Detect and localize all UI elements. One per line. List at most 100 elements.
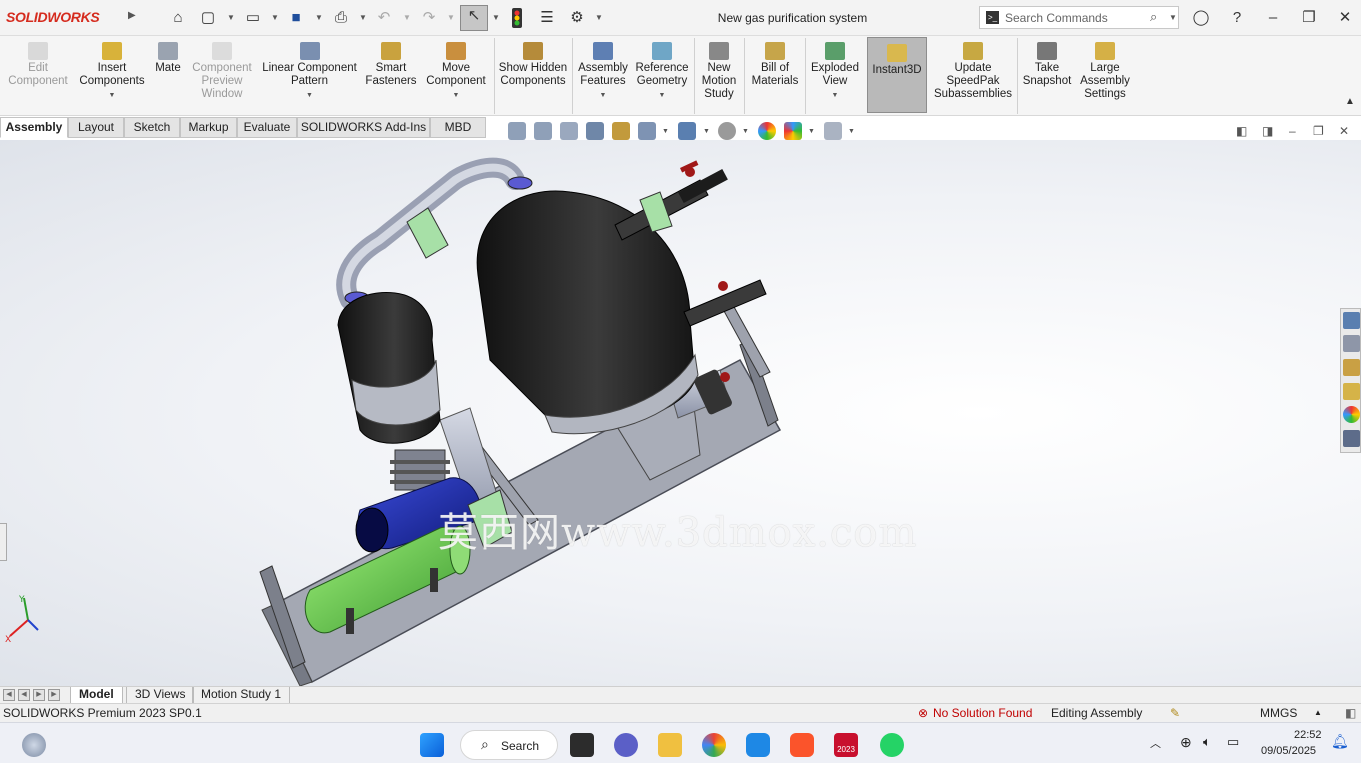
prev-tab-icon[interactable]: ◀ bbox=[18, 689, 30, 701]
new-dropdown-icon[interactable]: ▼ bbox=[227, 13, 235, 22]
view-settings-monitor-icon[interactable] bbox=[824, 122, 842, 140]
teams-meet-icon[interactable] bbox=[614, 733, 638, 757]
zoom-to-area-icon[interactable] bbox=[534, 122, 552, 140]
tab-mbd[interactable]: MBD bbox=[430, 117, 486, 138]
user-account-icon[interactable]: ◯ bbox=[1190, 7, 1212, 29]
chrome-icon[interactable] bbox=[702, 733, 726, 757]
save-dropdown-icon[interactable]: ▼ bbox=[315, 13, 323, 22]
rebuild-status-icon[interactable]: ✎ bbox=[1170, 704, 1180, 722]
solidworks-2023-taskbar-icon[interactable]: 2023 bbox=[834, 733, 858, 757]
brave-browser-icon[interactable] bbox=[790, 733, 814, 757]
menu-expand-arrow-icon[interactable]: ▶ bbox=[128, 10, 136, 21]
exploded-view-button[interactable]: Exploded View ▼ bbox=[807, 36, 863, 116]
open-dropdown-icon[interactable]: ▼ bbox=[271, 13, 279, 22]
redo-dropdown-icon[interactable]: ▼ bbox=[447, 13, 455, 22]
zoom-to-fit-icon[interactable] bbox=[508, 122, 526, 140]
chevron-down-icon[interactable]: ▼ bbox=[76, 89, 148, 102]
feature-manager-expand-handle[interactable] bbox=[0, 523, 7, 561]
instant3d-button[interactable]: Instant3D bbox=[867, 37, 927, 113]
weather-widget-icon[interactable] bbox=[22, 733, 46, 757]
chevron-down-icon[interactable]: ▼ bbox=[575, 89, 631, 102]
home-icon[interactable]: ⌂ bbox=[168, 8, 188, 28]
windows-start-icon[interactable] bbox=[420, 733, 444, 757]
taskbar-search-box[interactable]: ⌕ Search bbox=[460, 730, 558, 760]
last-tab-icon[interactable]: ▶ bbox=[48, 689, 60, 701]
view-orientation-icon[interactable] bbox=[638, 122, 656, 140]
view-palette-icon[interactable] bbox=[1343, 383, 1360, 400]
restore-icon[interactable]: ❐ bbox=[1298, 7, 1320, 29]
display-style-icon[interactable] bbox=[678, 122, 696, 140]
insert-components-button[interactable]: Insert Components ▼ bbox=[76, 36, 148, 116]
tab-sketch[interactable]: Sketch bbox=[124, 117, 180, 138]
unit-system[interactable]: MMGS bbox=[1260, 704, 1297, 722]
display-style-dropdown-icon[interactable]: ▼ bbox=[703, 128, 710, 135]
solidworks-resources-home-icon[interactable] bbox=[1343, 312, 1360, 329]
whatsapp-icon[interactable] bbox=[880, 733, 904, 757]
next-tab-icon[interactable]: ▶ bbox=[33, 689, 45, 701]
file-explorer-icon[interactable] bbox=[1343, 359, 1360, 376]
tab-model[interactable]: Model bbox=[70, 687, 123, 703]
options-dropdown-icon[interactable]: ▼ bbox=[595, 13, 603, 22]
select-pointer-icon[interactable]: ↖ bbox=[460, 5, 488, 31]
gas-purification-assembly-model[interactable] bbox=[0, 140, 1361, 686]
search-icon[interactable]: ⌕ bbox=[1150, 9, 1157, 25]
tile-left-icon[interactable]: ◧ bbox=[1236, 124, 1247, 138]
open-folder-icon[interactable]: ▭ bbox=[243, 8, 263, 28]
tile-right-icon[interactable]: ◨ bbox=[1262, 124, 1273, 138]
show-hidden-components-button[interactable]: Show Hidden Components bbox=[497, 36, 569, 116]
doc-minimize-icon[interactable]: – bbox=[1289, 124, 1296, 138]
component-preview-window-button[interactable]: Component Preview Window bbox=[188, 36, 256, 116]
graphics-viewport[interactable]: 莫西网www.3dmox.com Y X bbox=[0, 140, 1361, 686]
take-snapshot-button[interactable]: Take Snapshot bbox=[1019, 36, 1075, 116]
clock-date[interactable]: 09/05/2025 bbox=[1261, 745, 1316, 757]
first-tab-icon[interactable]: ◀ bbox=[3, 689, 15, 701]
chevron-down-icon[interactable]: ▼ bbox=[633, 89, 691, 102]
minimize-icon[interactable]: – bbox=[1262, 7, 1284, 29]
dynamic-annotation-icon[interactable] bbox=[612, 122, 630, 140]
clock-time[interactable]: 22:52 bbox=[1294, 729, 1322, 741]
new-document-icon[interactable]: ▢ bbox=[198, 8, 218, 28]
edit-appearance-icon[interactable] bbox=[758, 122, 776, 140]
appearances-icon[interactable] bbox=[1343, 406, 1360, 423]
tab-3d-views[interactable]: 3D Views bbox=[126, 687, 195, 703]
linear-component-pattern-button[interactable]: Linear Component Pattern ▼ bbox=[258, 36, 361, 116]
reference-geometry-button[interactable]: Reference Geometry ▼ bbox=[633, 36, 691, 116]
help-icon[interactable]: ? bbox=[1226, 7, 1248, 29]
tab-layout[interactable]: Layout bbox=[68, 117, 124, 138]
hide-show-dropdown-icon[interactable]: ▼ bbox=[742, 128, 749, 135]
show-hidden-tray-icon[interactable]: ︿ bbox=[1150, 735, 1161, 751]
move-component-button[interactable]: Move Component ▼ bbox=[421, 36, 491, 116]
apply-scene-dropdown-icon[interactable]: ▼ bbox=[808, 128, 815, 135]
view-orientation-dropdown-icon[interactable]: ▼ bbox=[662, 128, 669, 135]
options-gear-icon[interactable]: ⚙ bbox=[567, 8, 587, 28]
bill-of-materials-button[interactable]: Bill of Materials bbox=[747, 36, 803, 116]
print-icon[interactable]: ⎙ bbox=[331, 8, 351, 28]
notification-bell-icon[interactable]: 🔔︎ bbox=[1331, 733, 1349, 750]
battery-icon[interactable]: ▭ bbox=[1227, 734, 1239, 750]
tab-assembly[interactable]: Assembly bbox=[0, 117, 68, 138]
solution-status[interactable]: No Solution Found bbox=[933, 704, 1032, 722]
tab-evaluate[interactable]: Evaluate bbox=[237, 117, 297, 138]
update-speedpak-button[interactable]: Update SpeedPak Subassemblies bbox=[930, 36, 1016, 116]
hide-show-items-icon[interactable] bbox=[718, 122, 736, 140]
doc-close-icon[interactable]: ✕ bbox=[1339, 124, 1349, 138]
undo-dropdown-icon[interactable]: ▼ bbox=[403, 13, 411, 22]
edit-component-button[interactable]: Edit Component bbox=[4, 36, 72, 116]
tab-markup[interactable]: Markup bbox=[180, 117, 237, 138]
file-explorer-taskbar-icon[interactable] bbox=[658, 733, 682, 757]
chevron-down-icon[interactable]: ▼ bbox=[807, 89, 863, 102]
quick-tips-icon[interactable]: ◧ bbox=[1345, 704, 1356, 722]
file-properties-icon[interactable]: ☰ bbox=[537, 8, 557, 28]
mate-button[interactable]: Mate bbox=[150, 36, 186, 116]
apply-scene-icon[interactable] bbox=[784, 122, 802, 140]
doc-restore-icon[interactable]: ❐ bbox=[1313, 124, 1324, 138]
large-assembly-settings-button[interactable]: Large Assembly Settings bbox=[1077, 36, 1133, 116]
tab-solidworks-add-ins[interactable]: SOLIDWORKS Add-Ins bbox=[297, 117, 430, 138]
design-library-icon[interactable] bbox=[1343, 335, 1360, 352]
chevron-down-icon[interactable]: ▼ bbox=[258, 89, 361, 102]
messenger-app-icon[interactable] bbox=[746, 733, 770, 757]
select-dropdown-icon[interactable]: ▼ bbox=[492, 13, 500, 22]
search-dropdown-icon[interactable]: ▼ bbox=[1169, 13, 1177, 22]
rebuild-traffic-light-icon[interactable] bbox=[507, 8, 527, 28]
language-globe-icon[interactable]: ⊕ bbox=[1180, 734, 1192, 751]
